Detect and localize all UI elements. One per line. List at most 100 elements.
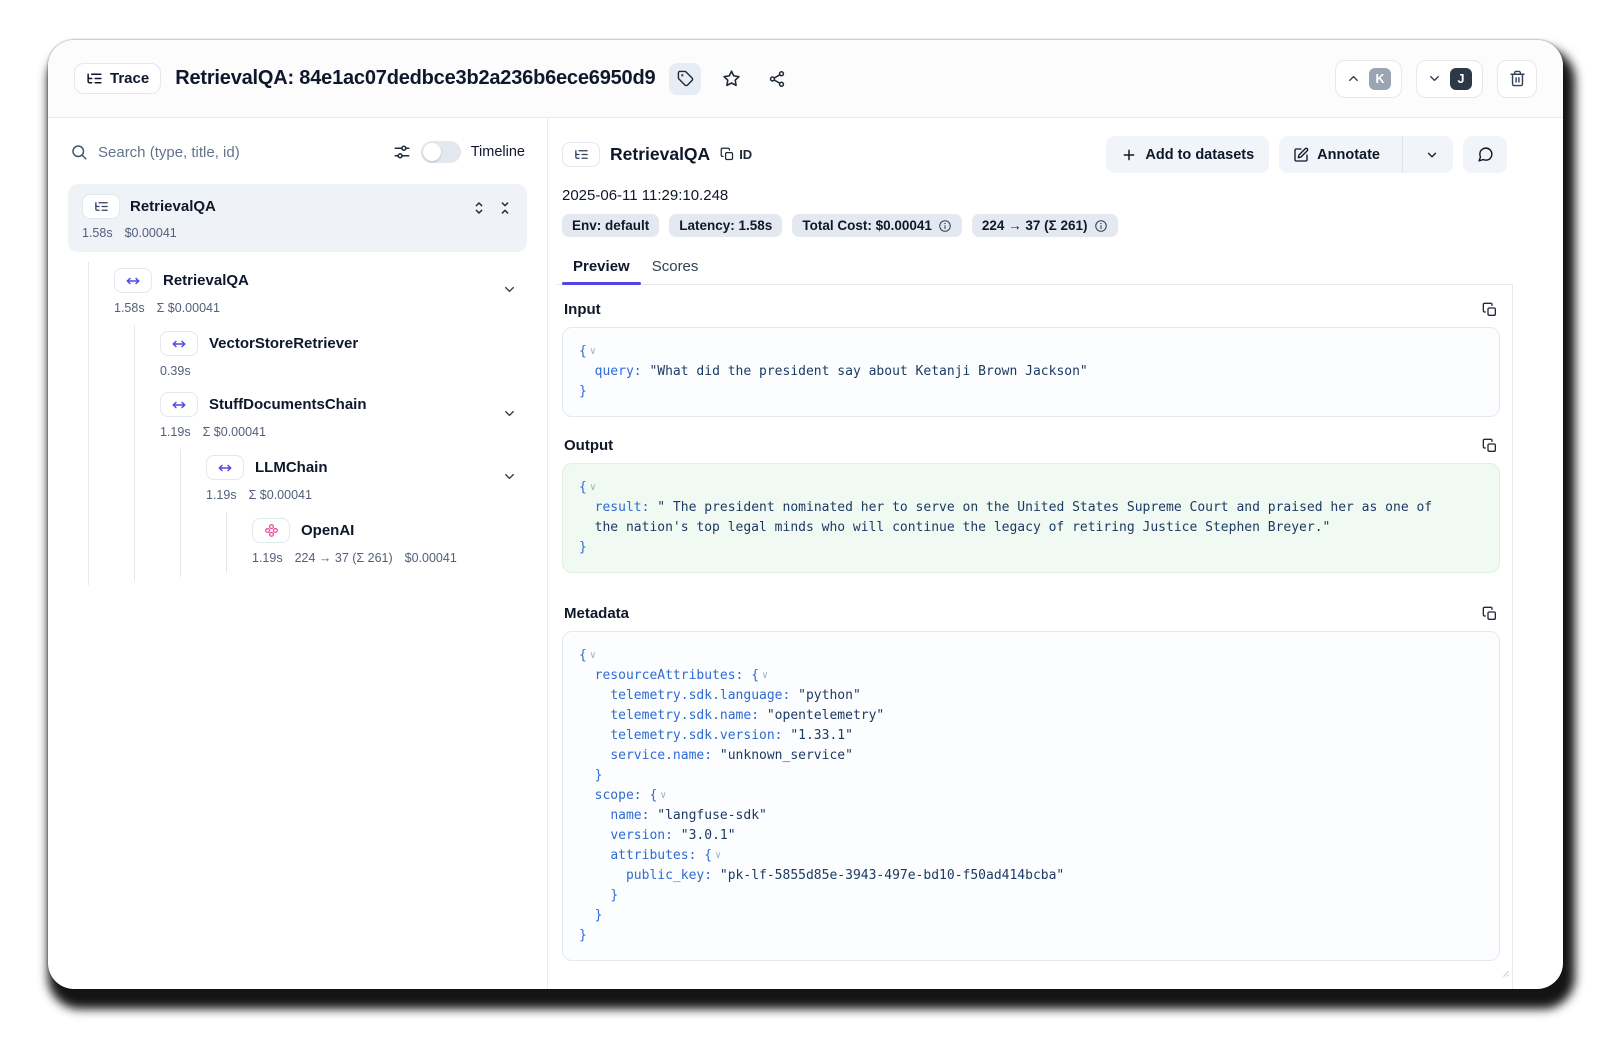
view-settings-icon[interactable] [393,143,411,161]
info-icon [1094,219,1108,233]
output-json-viewer[interactable]: {∨ result: " The president nominated her… [562,463,1500,573]
tag-button[interactable] [669,63,701,95]
total-cost-badge[interactable]: Total Cost: $0.00041 [792,214,962,237]
timeline-toggle[interactable] [421,141,461,163]
collapse-node-button[interactable] [502,282,517,302]
chevron-up-icon [1346,71,1361,86]
copy-icon [1482,606,1498,622]
copy-icon [1482,438,1498,454]
tree-node-openai[interactable]: OpenAI 1.19s 224 → 37 (Σ 261) $0.00041 [252,512,527,573]
trace-badge-label: Trace [110,70,149,87]
collapse-node-button[interactable] [502,469,517,489]
tree-level-2: VectorStoreRetriever 0.39s S [134,325,527,581]
list-tree-icon [86,70,103,87]
trace-badges-row: Env: default Latency: 1.58s Total Cost: … [556,204,1513,237]
collapse-all-icon[interactable] [497,200,513,216]
share-button[interactable] [761,63,793,95]
trash-icon [1509,70,1526,87]
tree-root-name: RetrievalQA [130,198,216,215]
node-name: LLMChain [255,459,328,476]
collapse-node-button[interactable] [502,406,517,426]
node-cost: Σ $0.00041 [157,301,220,315]
tree-level-1: RetrievalQA 1.58s Σ $0.00041 [88,262,527,585]
chevron-down-icon [1425,148,1439,162]
toggle-knob [423,143,441,161]
node-name: OpenAI [301,522,354,539]
bookmark-button[interactable] [715,63,747,95]
latency-badge: Latency: 1.58s [669,214,782,237]
observation-header: RetrievalQA ID Add to datasets Annotate [556,132,1513,173]
span-badge [206,455,244,480]
trace-timestamp: 2025-06-11 11:29:10.248 [556,173,1513,204]
span-arrows-icon [125,273,141,289]
tree-level-3: LLMChain 1.19s Σ $0.00041 [180,449,527,577]
node-latency: 1.19s [160,425,191,439]
node-cost: $0.00041 [405,551,457,565]
span-badge [160,392,198,417]
span-badge [114,268,152,293]
plus-icon [1121,147,1137,163]
delete-trace-button[interactable] [1497,60,1537,98]
tree-root-row[interactable]: RetrievalQA 1.58s $0.00041 [68,184,527,252]
trace-detail-panel: RetrievalQA ID Add to datasets Annotate [548,118,1563,989]
chevron-down-icon [502,406,517,421]
tree-search-row: Timeline [68,132,527,172]
tree-level-4: OpenAI 1.19s 224 → 37 (Σ 261) $0.00041 [226,512,527,573]
annotate-label: Annotate [1317,147,1380,163]
node-latency: 1.58s [114,301,145,315]
trace-title: RetrievalQA: 84e1ac07dedbce3b2a236b6ece6… [175,67,655,90]
metadata-section: Metadata {∨ resourceAttributes: {∨ telem… [562,603,1500,961]
tree-node-stuffdocumentschain[interactable]: StuffDocumentsChain 1.19s Σ $0.00041 [160,386,527,581]
trace-header: Trace RetrievalQA: 84e1ac07dedbce3b2a236… [48,40,1563,118]
annotate-button[interactable]: Annotate [1279,136,1394,173]
copy-id-button[interactable]: ID [720,147,752,162]
root-latency: 1.58s [82,226,113,240]
node-cost: Σ $0.00041 [203,425,266,439]
nav-next-button[interactable]: J [1416,60,1483,98]
span-arrows-icon [171,336,187,352]
resize-handle[interactable] [1496,964,1510,983]
metadata-json-viewer[interactable]: {∨ resourceAttributes: {∨ telemetry.sdk.… [562,631,1500,961]
tab-preview[interactable]: Preview [562,251,641,284]
node-token-usage: 224 → 37 (Σ 261) [295,551,393,565]
input-json-viewer[interactable]: {∨ query: "What did the president say ab… [562,327,1500,417]
root-cost: $0.00041 [125,226,177,240]
search-icon [70,143,88,161]
chevron-down-icon [502,469,517,484]
tab-scores[interactable]: Scores [641,251,710,284]
tree-node-retrievalqa[interactable]: RetrievalQA 1.58s Σ $0.00041 [114,262,527,585]
token-usage-badge[interactable]: 224 → 37 (Σ 261) [972,214,1118,237]
span-arrows-icon [171,397,187,413]
nav-previous-button[interactable]: K [1335,60,1402,98]
add-to-datasets-label: Add to datasets [1145,147,1254,163]
star-icon [722,69,741,88]
shortcut-key-k: K [1369,68,1391,90]
expand-all-icon[interactable] [471,200,487,216]
list-tree-icon [574,147,589,162]
copy-metadata-button[interactable] [1482,606,1498,622]
preview-content[interactable]: Input {∨ query: "What did the president … [556,285,1513,989]
span-arrows-icon [217,460,233,476]
annotate-split-button: Annotate [1279,136,1453,173]
timeline-label: Timeline [471,144,525,160]
list-tree-icon [94,199,109,214]
tag-icon [677,70,694,87]
annotate-menu-button[interactable] [1411,136,1453,173]
preview-tabs: Preview Scores [556,251,1513,285]
tree-node-llmchain[interactable]: LLMChain 1.19s Σ $0.00041 [206,449,527,577]
copy-output-button[interactable] [1482,438,1498,454]
search-input[interactable] [98,144,383,161]
id-label: ID [739,147,752,162]
comments-button[interactable] [1463,136,1507,173]
add-to-datasets-button[interactable]: Add to datasets [1106,136,1269,173]
chevron-down-icon [502,282,517,297]
trace-node-badge [82,194,120,219]
button-divider [1402,136,1403,173]
node-name: RetrievalQA [163,272,249,289]
env-badge: Env: default [562,214,659,237]
tree-node-vectorstoreretriever[interactable]: VectorStoreRetriever 0.39s [160,325,527,386]
copy-input-button[interactable] [1482,302,1498,318]
share-icon [768,70,786,88]
metadata-section-title: Metadata [564,605,629,622]
copy-icon [1482,302,1498,318]
